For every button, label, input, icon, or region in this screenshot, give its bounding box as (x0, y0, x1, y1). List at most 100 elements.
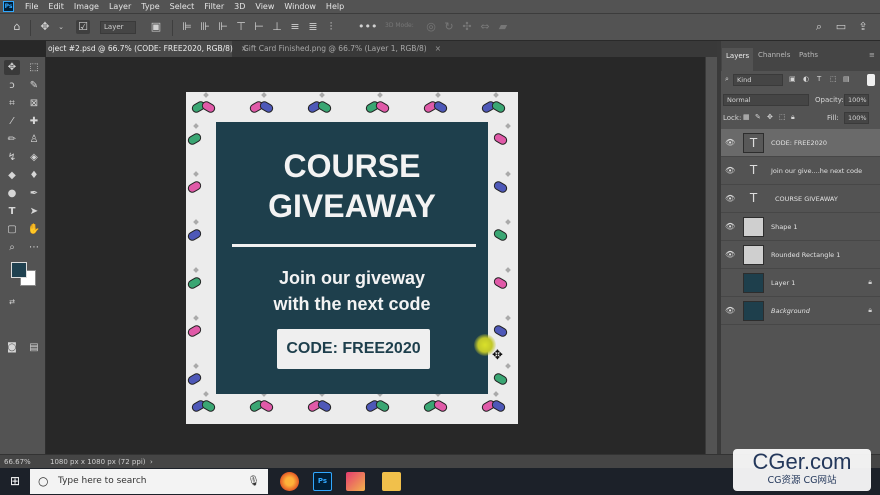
align-right-icon[interactable]: ⊩ (216, 20, 230, 34)
photoshop-taskbar-icon[interactable]: Ps (313, 472, 332, 491)
menu-image[interactable]: Image (69, 2, 104, 11)
menu-type[interactable]: Type (136, 2, 164, 11)
chevron-right-icon[interactable]: › (150, 458, 153, 466)
close-icon[interactable]: × (435, 41, 441, 57)
tab-gift-card-png[interactable]: Gift Card Finished.png @ 66.7% (Layer 1,… (241, 41, 441, 57)
firefox-icon[interactable] (280, 472, 299, 491)
layer-row-layer1[interactable]: Layer 1 🔒︎ (721, 269, 880, 297)
menu-3d[interactable]: 3D (229, 2, 250, 11)
workspace-icon[interactable]: ▭ (834, 20, 848, 34)
screen-mode-icon[interactable]: ▤ (26, 340, 42, 355)
artboard-tool-icon[interactable]: ⬚ (26, 60, 42, 75)
3d-orbit-icon[interactable]: ◎ (424, 20, 438, 34)
layer-row-shape[interactable]: 👁︎ Shape 1 (721, 213, 880, 241)
align-bottom-icon[interactable]: ⊥ (270, 20, 284, 34)
align-left-icon[interactable]: ⊫ (180, 20, 194, 34)
menu-help[interactable]: Help (321, 2, 349, 11)
blur-tool-icon[interactable]: ♦ (26, 168, 42, 183)
dodge-tool-icon[interactable]: ● (4, 186, 20, 201)
photoshop-logo-icon[interactable]: Ps (3, 1, 14, 12)
visibility-eye-icon[interactable]: 👁︎ (725, 138, 735, 148)
opacity-field[interactable]: 100% (844, 94, 869, 106)
menu-view[interactable]: View (250, 2, 279, 11)
quick-mask-icon[interactable]: ◙ (4, 340, 20, 355)
visibility-eye-icon[interactable]: 👁︎ (725, 222, 735, 232)
brush-tool-icon[interactable]: ✏ (4, 132, 20, 147)
eraser-tool-icon[interactable]: ◈ (26, 150, 42, 165)
search-icon[interactable]: ⌕ (812, 20, 826, 34)
distribute-middle-icon[interactable]: ≣ (306, 20, 320, 34)
align-center-icon[interactable]: ⊪ (198, 20, 212, 34)
align-middle-icon[interactable]: ⊢ (252, 20, 266, 34)
transform-controls-icon[interactable]: ▣ (149, 20, 163, 34)
3d-scale-icon[interactable]: ▰ (496, 20, 510, 34)
layer-row-code[interactable]: 👁︎ T CODE: FREE2020 (721, 129, 880, 157)
layer-row-title[interactable]: 👁︎ T COURSE GIVEAWAY (721, 185, 880, 213)
fill-field[interactable]: 100% (844, 112, 869, 124)
filter-pixel-icon[interactable]: ▣ (789, 75, 796, 83)
layer-row-background[interactable]: 👁︎ Background 🔒︎ (721, 297, 880, 325)
move-tool-icon[interactable]: ✥ (4, 60, 20, 75)
foreground-color-swatch[interactable] (11, 262, 27, 278)
lock-all-icon[interactable]: 🔒︎ (791, 113, 795, 122)
taskbar-search-box[interactable]: ○ Type here to search 🎙︎ (30, 469, 268, 494)
file-explorer-icon[interactable] (382, 472, 401, 491)
windows-start-icon[interactable]: ⊞ (0, 468, 30, 495)
blend-mode-dropdown[interactable]: Normal (723, 94, 809, 106)
filter-shape-icon[interactable]: ⬚ (830, 75, 837, 83)
menu-select[interactable]: Select (165, 2, 200, 11)
microphone-icon[interactable]: 🎙︎ (247, 469, 260, 494)
visibility-eye-icon[interactable] (725, 278, 735, 288)
share-icon[interactable]: ⇪ (856, 20, 870, 34)
menu-file[interactable]: File (20, 2, 43, 11)
tab-channels[interactable]: Channels (758, 51, 790, 59)
vertical-scrollbar[interactable] (705, 57, 717, 454)
healing-brush-tool-icon[interactable]: ✚ (26, 114, 42, 129)
move-tool-icon[interactable]: ✥ (38, 20, 52, 34)
quick-select-tool-icon[interactable]: ✎ (26, 78, 42, 93)
frame-tool-icon[interactable]: ⊠ (26, 96, 42, 111)
zoom-level[interactable]: 66.67% (4, 458, 31, 466)
swap-colors-icon[interactable]: ⇄ (4, 295, 20, 310)
3d-pan-icon[interactable]: ✣ (460, 20, 474, 34)
edit-toolbar-icon[interactable]: ⋯ (26, 240, 42, 255)
panel-menu-icon[interactable]: ≡ (869, 51, 875, 59)
document-canvas[interactable]: COURSE GIVEAWAY Join our giveway with th… (186, 92, 518, 424)
chevron-down-icon[interactable]: ⌄ (54, 20, 68, 34)
lock-image-icon[interactable]: ✎ (755, 113, 761, 121)
zoom-tool-icon[interactable]: ⌕ (4, 240, 20, 255)
filter-adjustment-icon[interactable]: ◐ (803, 75, 809, 83)
auto-select-checkbox-icon[interactable]: ☑ (76, 20, 90, 34)
menu-edit[interactable]: Edit (43, 2, 69, 11)
paint-bucket-tool-icon[interactable]: ◆ (4, 168, 20, 183)
path-select-tool-icon[interactable]: ➤ (26, 204, 42, 219)
crop-tool-icon[interactable]: ⌗ (4, 96, 20, 111)
tab-paths[interactable]: Paths (799, 51, 818, 59)
distribute-top-icon[interactable]: ≡ (288, 20, 302, 34)
more-options-icon[interactable]: ••• (358, 20, 377, 34)
menu-layer[interactable]: Layer (104, 2, 136, 11)
visibility-eye-icon[interactable]: 👁︎ (725, 250, 735, 260)
align-top-icon[interactable]: ⊤ (234, 20, 248, 34)
rectangle-tool-icon[interactable]: ▢ (4, 222, 20, 237)
lasso-tool-icon[interactable]: ↄ (4, 78, 20, 93)
stamp-tool-icon[interactable]: ♙ (26, 132, 42, 147)
pen-tool-icon[interactable]: ✒ (26, 186, 42, 201)
menu-window[interactable]: Window (279, 2, 321, 11)
filter-toggle-icon[interactable] (867, 74, 875, 86)
eyedropper-tool-icon[interactable]: ⁄ (4, 114, 20, 129)
tab-layers[interactable]: Layers (722, 48, 754, 71)
tab-project-psd[interactable]: oject #2.psd @ 66.7% (CODE: FREE2020, RG… (46, 41, 247, 57)
menu-filter[interactable]: Filter (199, 2, 229, 11)
filter-smart-object-icon[interactable]: ▤ (843, 75, 850, 83)
auto-select-dropdown[interactable]: Layer (100, 21, 136, 34)
filter-kind-dropdown[interactable]: Kind (733, 74, 783, 86)
3d-roll-icon[interactable]: ↻ (442, 20, 456, 34)
history-brush-tool-icon[interactable]: ↯ (4, 150, 20, 165)
layer-row-subtitle[interactable]: 👁︎ T Join our give....he next code (721, 157, 880, 185)
lock-artboard-icon[interactable]: ⬚ (779, 113, 786, 121)
lock-transparent-icon[interactable]: ▦ (743, 113, 750, 121)
visibility-eye-icon[interactable]: 👁︎ (725, 194, 735, 204)
type-tool-icon[interactable]: T (4, 204, 20, 219)
lock-position-icon[interactable]: ✥ (767, 113, 773, 121)
